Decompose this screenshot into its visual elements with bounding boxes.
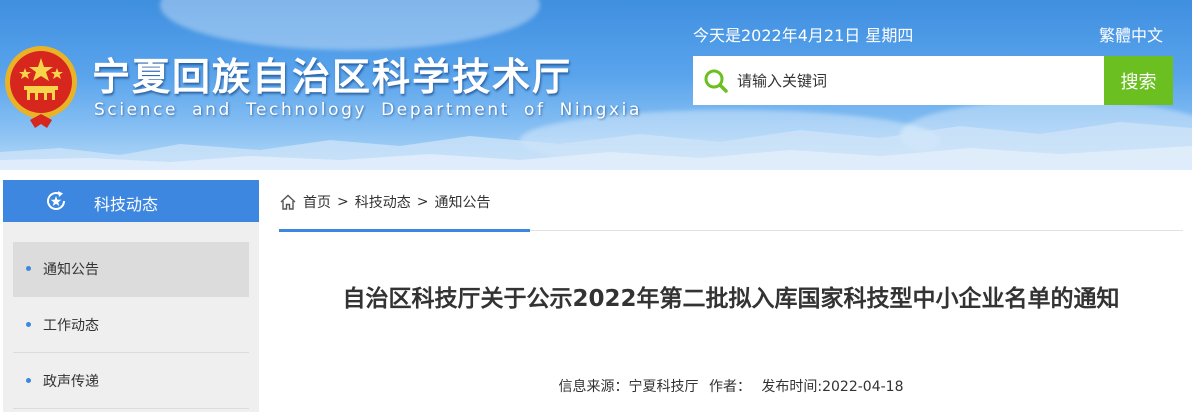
breadcrumb-notices[interactable]: 通知公告	[434, 192, 490, 212]
search-input[interactable]	[737, 56, 1097, 105]
bullet-dot	[26, 266, 31, 271]
national-emblem-icon	[5, 46, 77, 128]
sidebar-header: 科技动态	[3, 180, 259, 222]
breadcrumb-tech-news[interactable]: 科技动态	[355, 192, 411, 212]
sidebar-item-policy-voice[interactable]: 政声传递	[13, 354, 249, 409]
sidebar-item-label: 通知公告	[43, 262, 99, 278]
cloud-decoration	[160, 0, 540, 50]
star-refresh-icon	[47, 191, 66, 210]
date-text: 今天是2022年4月21日 星期四	[693, 26, 914, 45]
breadcrumb-home[interactable]: 首页	[303, 192, 331, 212]
article-meta: 信息来源：宁夏科技厅 作者： 发布时间:2022-04-18	[279, 376, 1183, 396]
breadcrumb: 首页 > 科技动态 > 通知公告	[279, 190, 490, 214]
bullet-dot	[26, 322, 31, 327]
breadcrumb-divider-accent	[279, 229, 530, 232]
search-button[interactable]: 搜索	[1104, 56, 1173, 105]
article-date: 发布时间:2022-04-18	[761, 379, 904, 395]
search-box	[693, 56, 1104, 105]
traditional-chinese-link[interactable]: 繁體中文	[1099, 22, 1163, 46]
breadcrumb-separator: >	[416, 194, 429, 210]
sidebar-item-label: 工作动态	[43, 318, 99, 334]
home-icon	[280, 194, 296, 210]
article-source: 信息来源：宁夏科技厅	[558, 379, 699, 395]
sidebar-item-label: 政声传递	[43, 374, 99, 390]
breadcrumb-separator: >	[337, 194, 349, 210]
site-title: 宁夏回族自治区科学技术厅	[92, 55, 573, 99]
bullet-dot	[26, 378, 31, 383]
sidebar-title: 科技动态	[94, 195, 159, 214]
sidebar-item-work-updates[interactable]: 工作动态	[13, 298, 249, 353]
site-subtitle: Science and Technology Department of Nin…	[94, 100, 642, 120]
sidebar: 科技动态 通知公告 工作动态 政声传递	[3, 180, 259, 412]
article-author: 作者：	[708, 379, 751, 395]
article-title: 自治区科技厅关于公示2022年第二批拟入库国家科技型中小企业名单的通知	[342, 286, 1120, 312]
sidebar-item-notices[interactable]: 通知公告	[13, 242, 249, 297]
search-icon	[704, 69, 728, 93]
